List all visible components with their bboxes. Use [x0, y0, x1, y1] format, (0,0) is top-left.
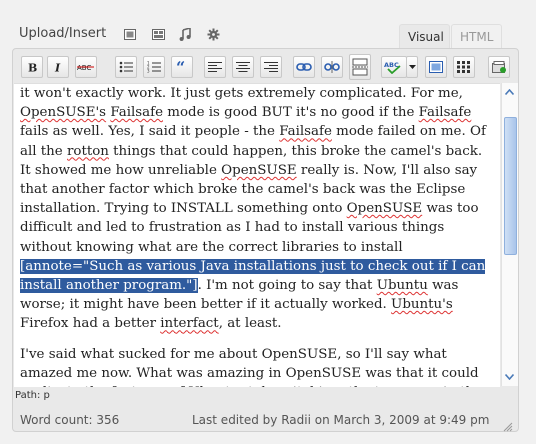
svg-text:3: 3 [147, 69, 150, 74]
image-icon[interactable] [123, 27, 137, 41]
editor-scrollbar[interactable] [501, 83, 518, 386]
status-bar: Word count: 356 Last edited by Radii on … [12, 403, 517, 432]
align-right-button[interactable] [260, 56, 282, 78]
svg-text:B: B [28, 62, 37, 74]
editor-frame: B I ABC 123 “ ABC it won't exactly work.… [12, 48, 519, 432]
tab-visual[interactable]: Visual [399, 24, 450, 49]
align-left-button[interactable] [204, 56, 226, 78]
word-count: Word count: 356 [20, 413, 120, 427]
editor-toolbar: B I ABC 123 “ ABC [20, 54, 512, 84]
spellcheck-dropdown-button[interactable] [406, 56, 418, 78]
scroll-up-arrow-icon[interactable] [503, 85, 516, 99]
more-tag-button[interactable] [349, 54, 371, 80]
element-path: Path: p [15, 390, 50, 401]
blockquote-button[interactable]: “ [171, 56, 193, 78]
fullscreen-button[interactable] [425, 56, 447, 78]
bold-button[interactable]: B [21, 56, 43, 78]
last-edited-info: Last edited by Radii on March 3, 2009 at… [192, 413, 490, 427]
upload-insert-label: Upload/Insert [19, 26, 107, 41]
svg-text:ABC: ABC [77, 64, 91, 72]
svg-text:“: “ [176, 61, 185, 73]
music-icon[interactable] [178, 27, 192, 41]
paragraph-1: it won't exactly work. It just gets extr… [20, 86, 486, 332]
add-media-button[interactable] [488, 56, 510, 78]
spell-error-word[interactable]: OpenSUSE [347, 201, 423, 216]
spell-error-word[interactable]: Failsafe [110, 105, 163, 120]
video-icon[interactable] [151, 27, 165, 41]
editor-content[interactable]: it won't exactly work. It just gets extr… [14, 83, 500, 387]
spell-error-word[interactable]: Ubuntu's [391, 297, 453, 312]
italic-button[interactable]: I [47, 56, 69, 78]
spell-error-word[interactable]: OpenSUSE [221, 163, 297, 178]
link-button[interactable] [293, 56, 315, 78]
svg-text:I: I [54, 62, 61, 74]
spell-error-word[interactable]: OpenSUSE's [20, 105, 106, 120]
spell-error-word[interactable]: Failsafe [279, 124, 332, 139]
scrollbar-thumb[interactable] [504, 117, 517, 255]
spell-error-word[interactable]: Ubuntu [377, 278, 428, 293]
scroll-down-arrow-icon[interactable] [503, 370, 516, 384]
strikethrough-button[interactable]: ABC [75, 56, 97, 78]
unlink-button[interactable] [321, 56, 343, 78]
tab-html[interactable]: HTML [451, 24, 502, 49]
spell-error-word[interactable]: Failsafe [419, 105, 472, 120]
kitchen-sink-button[interactable] [453, 56, 475, 78]
numbered-list-button[interactable]: 123 [143, 56, 165, 78]
media-gear-icon[interactable] [206, 27, 220, 41]
bullet-list-button[interactable] [115, 56, 137, 78]
spell-error-word[interactable]: rotton [67, 144, 109, 159]
spellcheck-button[interactable]: ABC [381, 56, 407, 78]
spell-error-word[interactable]: interfact [160, 316, 218, 331]
paragraph-2: I've said what sucked for me about OpenS… [20, 346, 482, 387]
resize-handle-icon[interactable] [503, 417, 513, 432]
align-center-button[interactable] [232, 56, 254, 78]
